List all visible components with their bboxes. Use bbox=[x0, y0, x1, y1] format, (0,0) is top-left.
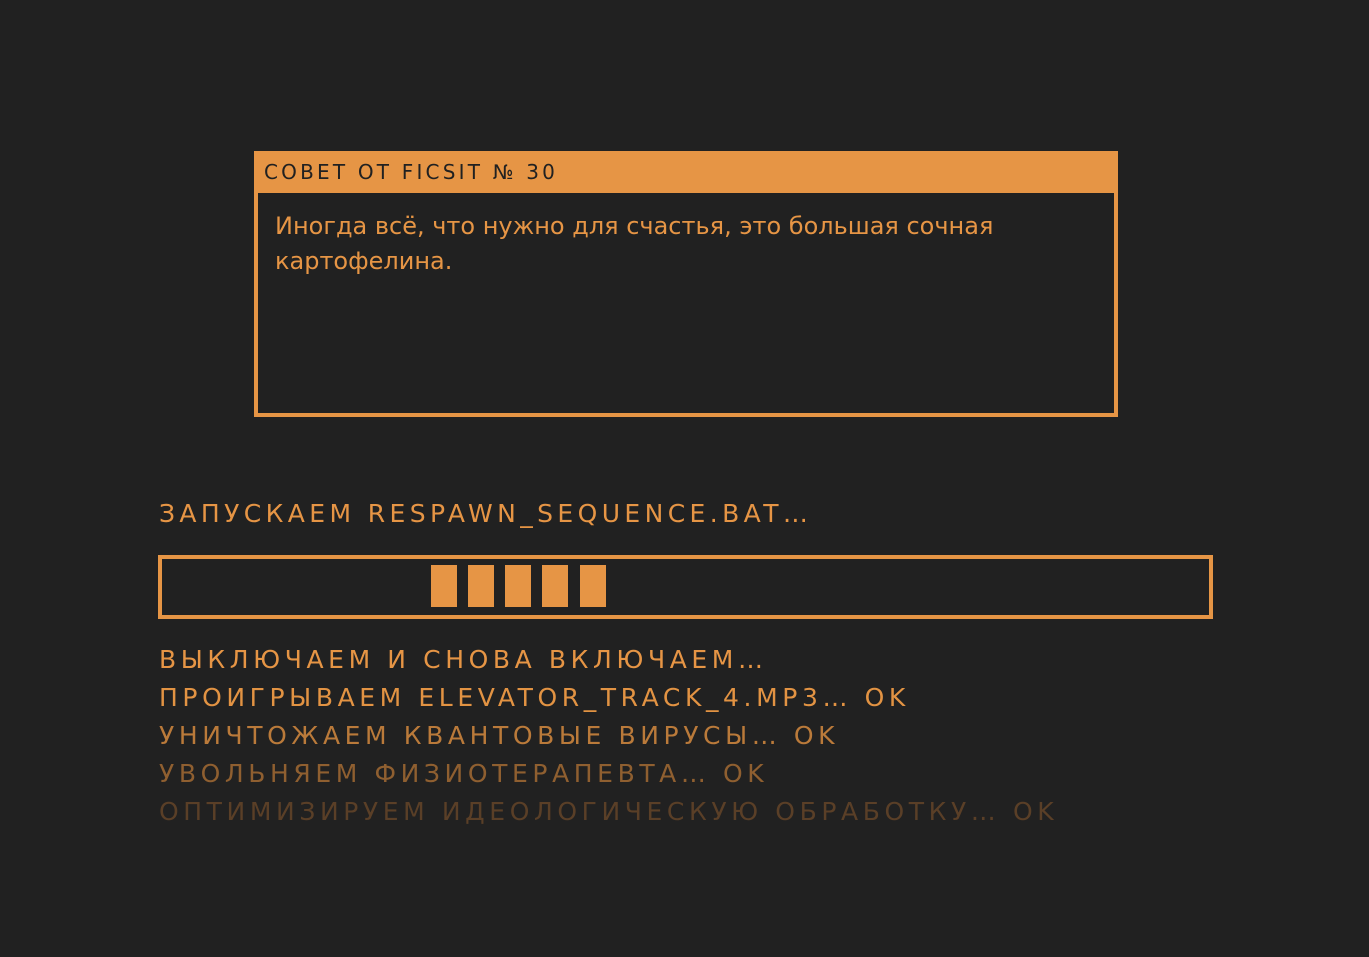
loading-log: ВЫКЛЮЧАЕМ И СНОВА ВКЛЮЧАЕМ… ПРОИГРЫВАЕМ … bbox=[159, 641, 1058, 831]
progress-segment bbox=[431, 565, 457, 607]
log-line: ОПТИМИЗИРУЕМ ИДЕОЛОГИЧЕСКУЮ ОБРАБОТКУ… O… bbox=[159, 797, 1059, 826]
progress-segment bbox=[542, 565, 568, 607]
tip-header-bar: СОВЕТ ОТ FICSIT № 30 bbox=[254, 151, 1118, 193]
tip-text: Иногда всё, что нужно для счастья, это б… bbox=[275, 212, 994, 275]
tip-panel: СОВЕТ ОТ FICSIT № 30 Иногда всё, что нуж… bbox=[254, 151, 1118, 417]
log-line: ПРОИГРЫВАЕМ ELEVATOR_TRACK_4.MP3… OK bbox=[159, 683, 910, 712]
log-line: УНИЧТОЖАЕМ КВАНТОВЫЕ ВИРУСЫ… OK bbox=[159, 721, 840, 750]
progress-segment bbox=[468, 565, 494, 607]
log-line: ВЫКЛЮЧАЕМ И СНОВА ВКЛЮЧАЕМ… bbox=[159, 645, 768, 674]
loading-status-title: ЗАПУСКАЕМ RESPAWN_SEQUENCE.BAT… bbox=[159, 499, 813, 528]
progress-segment bbox=[505, 565, 531, 607]
loading-progress-bar bbox=[158, 555, 1213, 619]
tip-title: СОВЕТ ОТ FICSIT № 30 bbox=[264, 160, 559, 184]
log-line: УВОЛЬНЯЕМ ФИЗИОТЕРАПЕВТА… OK bbox=[159, 759, 769, 788]
progress-segment bbox=[580, 565, 606, 607]
